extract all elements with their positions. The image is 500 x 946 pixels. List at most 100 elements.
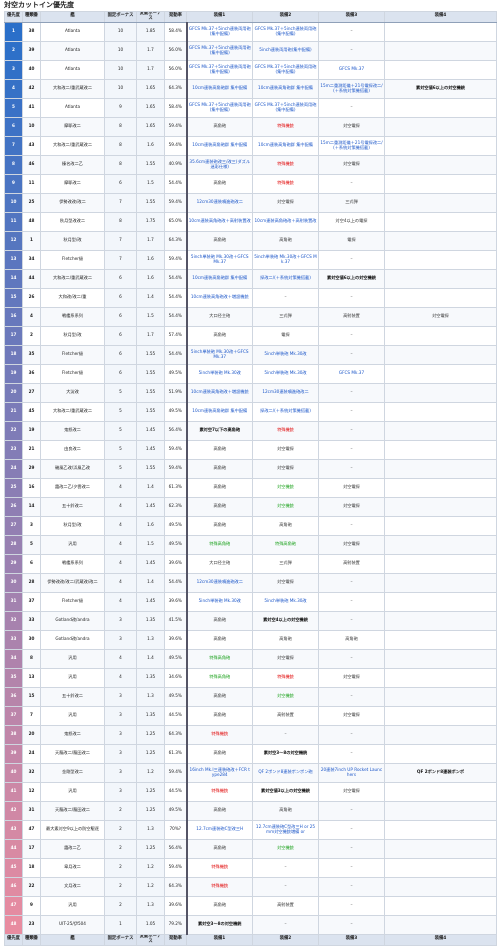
rank-cell: 23 [4, 439, 23, 460]
table-row[interactable]: 22 19 鬼怒改二 5 1.45 56.4% 素対空7以下の高角砲 特殊機銃 – [4, 420, 497, 441]
table-row[interactable]: 20 27 大淀改 5 1.55 51.9% 10cm連装高角砲改＋増設機銃 12cm30連装… [4, 382, 497, 403]
header-equip-1[interactable]: 装備1 [186, 11, 253, 23]
table-row[interactable]: 21 45 大和改二/重武蔵改二 5 1.55 49.5% 10cm連装高角砲群 集中配備探… [4, 401, 497, 422]
header-kind-no[interactable]: 種類番 [22, 11, 41, 23]
table-row[interactable]: 36 15 五十鈴改二 3 1.3 49.5% 高角砲 対空機銃 – [4, 686, 497, 707]
rate-cell: 39.6% [164, 591, 188, 612]
header-equip-3[interactable]: 装備3 [318, 11, 385, 23]
table-row[interactable]: 5 41 Atlanta 9 1.65 58.4% GFCS Mk.37＋5inch連装両用… [4, 97, 497, 118]
table-row[interactable]: 13 34 Fletcher級 7 1.6 59.4% 5inch単装砲 Mk.30改＋GF… [4, 249, 497, 270]
table-row[interactable]: 15 26 大和改/改二/重 6 1.4 54.4% 10cm連装高角砲改＋増設機銃 – – [4, 287, 497, 308]
header-equip-2[interactable]: 装備2 [252, 11, 319, 23]
equip-3-cell: 高射装置 [318, 553, 385, 574]
table-row[interactable]: 10 25 伊勢改改/改二 7 1.55 59.4% 12cm30連装噴進砲改二 対空電探 三式… [4, 192, 497, 213]
equip-1-cell: 12cm30連装噴進砲改二 [186, 572, 253, 593]
table-row[interactable]: 32 33 Gotland改/andra 3 1.35 41.5% 高角砲 素対空4以上の対空… [4, 610, 497, 631]
table-row[interactable]: 41 12 汎用 3 1.25 44.5% 特殊機銃 素対空値3以上の対空機銃 対空電探 [4, 781, 497, 802]
rank-cell: 44 [4, 838, 23, 859]
table-row[interactable]: 46 22 文月改二 2 1.2 64.3% 特殊機銃 – – [4, 876, 497, 897]
table-row[interactable]: 11 48 秋月型改改二 8 1.75 65.0% 10cm連装高角砲改＋高射装置改 10cm… [4, 211, 497, 232]
equip-3-cell: 対空電探 [318, 496, 385, 517]
table-row[interactable]: 16 4 戦艦系系列 6 1.5 54.4% 大口径主砲 三式弾 高射装置 対空電探 [4, 306, 497, 327]
table-row[interactable]: 27 3 秋月型/改 4 1.6 49.5% 高角砲 高角砲 – [4, 515, 497, 536]
equip-3-cell: 対空電探 [318, 667, 385, 688]
fixed-bonus-cell: 3 [104, 705, 137, 726]
header-ship[interactable]: 艦 [40, 11, 105, 23]
fixed-bonus-cell: 2 [104, 876, 137, 897]
table-row[interactable]: 24 29 磯風乙改/浜風乙改 5 1.55 59.4% 高角砲 対空電探 – [4, 458, 497, 479]
equip-3-cell: – [318, 344, 385, 365]
fixed-bonus-cell: 7 [104, 249, 137, 270]
ship-cell: 大和改二/重武蔵改二 [40, 78, 105, 99]
ship-cell: 金剛型改二 [40, 762, 105, 783]
rank-cell: 22 [4, 420, 23, 441]
table-row[interactable]: 40 32 金剛型改二 3 1.2 59.4% 16inch Mk.I三連装砲改＋FCR t… [4, 762, 497, 783]
header-fixed-bonus[interactable]: 固定ボーナス [104, 11, 137, 23]
equip-3-cell: 素対空値6以上の対空機銃 [318, 268, 385, 289]
table-row[interactable]: 7 43 大和改二/重武蔵改二 8 1.6 59.4% 10cm連装高角砲群 集中配備 10c… [4, 135, 497, 156]
variable-bonus-cell: 1.55 [136, 382, 165, 403]
table-row[interactable]: 19 36 Fletcher級 6 1.55 49.5% 5inch単装砲 Mk.30改 5i… [4, 363, 497, 384]
table-row[interactable]: 12 1 秋月型/改 7 1.7 64.3% 高角砲 高角砲 電探 [4, 230, 497, 251]
kind-no-cell: 44 [22, 268, 41, 289]
rate-cell: 51.9% [164, 382, 188, 403]
table-row[interactable]: 26 14 五十鈴改二 4 1.45 62.3% 高角砲 対空機銃 対空電探 [4, 496, 497, 517]
equip-1-cell: 10cm連装高角砲群 集中配備 [186, 401, 253, 422]
table-row[interactable]: 2 39 Atlanta 10 1.7 56.0% GFCS Mk.37＋5inch連装両用… [4, 40, 497, 61]
table-row[interactable]: 44 17 霞改二乙 2 1.25 56.4% 高角砲 対空機銃 – [4, 838, 497, 859]
equip-1-cell: GFCS Mk.37＋5inch連装両用砲(集中配備) [186, 97, 253, 118]
table-row[interactable]: 30 28 伊勢改改/改二/武蔵改/改二 4 1.4 54.4% 12cm30連装噴進砲改二… [4, 572, 497, 593]
table-row[interactable]: 1 38 Atlanta 10 1.85 58.4% GFCS Mk.37＋5inch連装両… [4, 21, 497, 42]
equip-3-cell: – [318, 21, 385, 42]
table-row[interactable]: 6 10 摩耶改二 8 1.65 59.4% 高角砲 特殊機銃 対空電探 [4, 116, 497, 137]
header-equip-4[interactable]: 装備4 [384, 11, 497, 23]
table-row[interactable]: 17 2 秋月型/改 6 1.7 57.4% 高角砲 電探 – [4, 325, 497, 346]
table-row[interactable]: 3 40 Atlanta 10 1.7 56.0% GFCS Mk.37＋5inch連装両用… [4, 59, 497, 80]
table-row[interactable]: 39 24 天龍改二/龍田改二 3 1.25 61.3% 高角砲 素対空3～8の対空機銃 – [4, 743, 497, 764]
table-row[interactable]: 45 18 皐月改二 2 1.2 59.4% 特殊機銃 – – [4, 857, 497, 878]
table-row[interactable]: 42 31 天龍改二/龍田改二 2 1.25 49.5% 高角砲 高角砲 – [4, 800, 497, 821]
table-row[interactable]: 31 37 Fletcher級 4 1.45 39.6% 5inch単装砲 Mk.30改 5i… [4, 591, 497, 612]
table-row[interactable]: 28 5 汎用 4 1.5 49.5% 特殊高角砲 特殊高角砲 対空電探 [4, 534, 497, 555]
equip-2-cell: 5inch単装砲 Mk.30改 [252, 591, 319, 612]
ship-cell: Atlanta [40, 21, 105, 42]
table-row[interactable]: 43 47 最大素対空9以上の防空駆逐 2 1.3 70%? 12.7cm連装砲C型改三H 1… [4, 819, 497, 840]
rate-cell: 40.9% [164, 154, 188, 175]
ship-cell: 霞改二乙/夕雲改二 [40, 477, 105, 498]
rank-cell: 21 [4, 401, 23, 422]
table-row[interactable]: 25 16 霞改二乙/夕雲改二 4 1.4 61.3% 高角砲 対空機銃 対空電探 [4, 477, 497, 498]
equip-2-cell: 対空電探 [252, 572, 319, 593]
table-row[interactable]: 38 20 鬼怒改二 3 1.25 64.3% 特殊機銃 – – [4, 724, 497, 745]
table-row[interactable]: 23 21 由良改二 5 1.45 59.4% 高角砲 対空電探 – [4, 439, 497, 460]
table-row[interactable]: 35 13 汎用 4 1.35 34.6% 特殊高角砲 特殊機銃 対空電探 [4, 667, 497, 688]
equip-1-cell: 特殊機銃 [186, 857, 253, 878]
equip-3-cell: GFCS Mk.37 [318, 363, 385, 384]
rate-cell: 59.4% [164, 762, 188, 783]
header-variable-bonus[interactable]: 変動ボーナス [136, 11, 165, 23]
equip-4-cell [384, 686, 497, 707]
equip-2-cell: 高角砲 [252, 515, 319, 536]
fixed-bonus-cell: 3 [104, 781, 137, 802]
table-row[interactable]: 37 7 汎用 3 1.35 44.5% 高角砲 高射装置 対空電探 [4, 705, 497, 726]
table-row[interactable]: 29 6 戦艦系系列 4 1.45 39.6% 大口径主砲 三式弾 高射装置 [4, 553, 497, 574]
header-rank[interactable]: 優先度 [4, 11, 23, 23]
table-row[interactable]: 14 44 大和改二/重武蔵改二 6 1.6 54.4% 10cm連装高角砲群 集中配備 探改… [4, 268, 497, 289]
table-row[interactable]: 4 42 大和改二/重武蔵改二 10 1.65 64.3% 10cm連装高角砲群 集中配備 1… [4, 78, 497, 99]
table-row[interactable]: 34 8 汎用 4 1.4 49.5% 特殊高角砲 対空電探 – [4, 648, 497, 669]
table-row[interactable]: 8 46 榛名改二乙 8 1.55 40.9% 35.6cm連装砲改三/改三(ダズル迷彩仕様… [4, 154, 497, 175]
table-row[interactable]: 47 9 汎用 2 1.3 39.6% 高角砲 高射装置 – [4, 895, 497, 916]
kind-no-cell: 8 [22, 648, 41, 669]
rate-cell: 41.5% [164, 610, 188, 631]
equip-4-cell [384, 21, 497, 42]
table-row[interactable]: 9 11 摩耶改二 6 1.5 54.4% 高角砲 特殊機銃 – [4, 173, 497, 194]
kind-no-cell: 29 [22, 458, 41, 479]
equip-1-cell: 高角砲 [186, 325, 253, 346]
header-rate[interactable]: 発動率 [164, 11, 187, 23]
equip-3-cell: – [318, 97, 385, 118]
equip-1-cell: 高角砲 [186, 439, 253, 460]
equip-4-cell [384, 211, 497, 232]
table-row[interactable]: 18 35 Fletcher級 6 1.55 54.4% 5inch単装砲 Mk.30改＋G… [4, 344, 497, 365]
table-row[interactable]: 48 23 UIT-25/伊504 1 1.05 79.2% 素対空3～8の対空機銃 – – [4, 914, 497, 935]
table-row[interactable]: 33 30 Gotland改/andra 3 1.3 39.6% 高角砲 高角砲 高角砲 [4, 629, 497, 650]
equip-1-cell: 高角砲 [186, 629, 253, 650]
